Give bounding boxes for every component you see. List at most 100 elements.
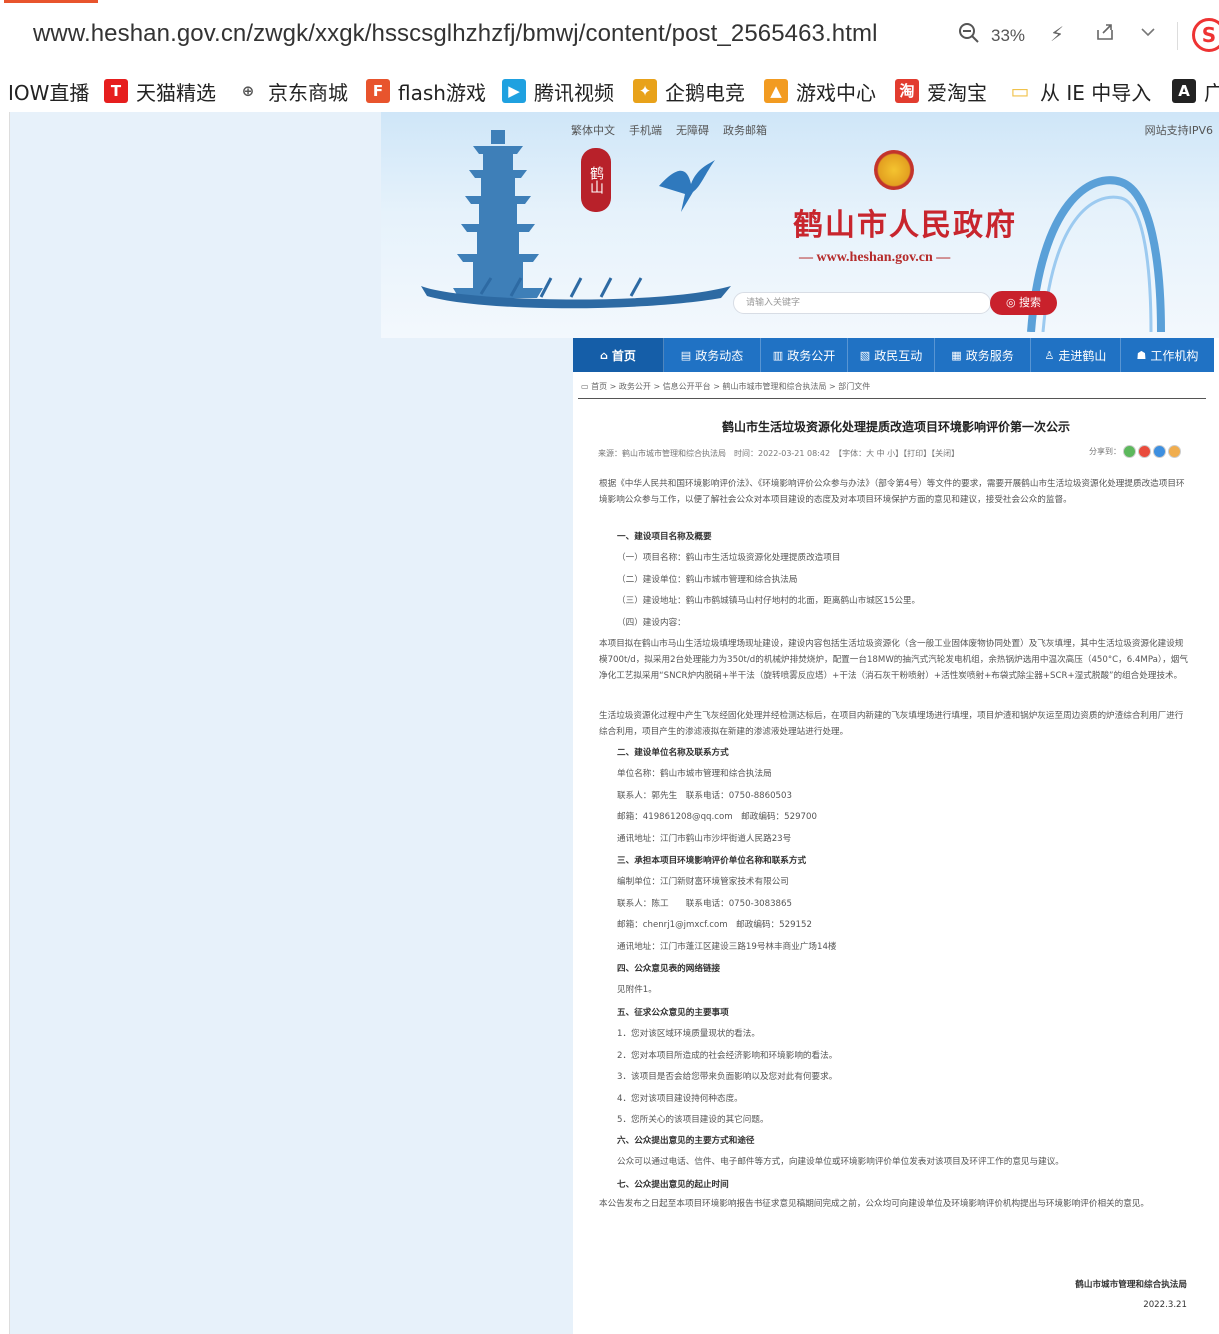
computer-icon: ▭ <box>581 382 589 391</box>
list-item: （三）建设地址：鹤山市鹤城镇马山村仔地村的北面，距离鹤山市城区15公里。 <box>617 596 921 606</box>
list-item: 2．您对本项目所造成的社会经济影响和环境影响的看法。 <box>617 1050 838 1061</box>
section-7-body: 本公告发布之日起至本项目环境影响报告书征求意见稿期间完成之前，公众均可向建设单位… <box>599 1199 1150 1209</box>
bookmark-item[interactable]: Fflash游戏 <box>366 76 486 106</box>
bookmark-item[interactable]: IOW直播 <box>8 76 89 106</box>
site-url: — www.heshan.gov.cn — <box>799 250 951 265</box>
bookmark-item[interactable]: ▲ 游戏中心 <box>764 76 876 106</box>
bookmark-favicon-icon: 淘 <box>895 79 919 103</box>
list-item: 公众可以通过电话、信件、电子邮件等方式，向建设单位或环境影响评价单位发表对该项目… <box>617 1157 1064 1167</box>
list-item: 4．您对该项目建设持何种态度。 <box>617 1093 743 1104</box>
section-1-heading: 一、建设项目名称及概要 <box>617 532 712 542</box>
breadcrumb[interactable]: ▭ 首页 > 政务公开 > 信息公开平台 > 鹤山市城市管理和综合执法局 > 部… <box>581 381 870 392</box>
article-container: ▭ 首页 > 政务公开 > 信息公开平台 > 鹤山市城市管理和综合执法局 > 部… <box>573 372 1219 1334</box>
nav-item[interactable]: ♙ 走进鹤山 <box>1031 338 1121 372</box>
url-field[interactable]: www.heshan.gov.cn/zwgk/xxgk/hsscsglhzhzf… <box>33 20 878 48</box>
bookmark-item[interactable]: A广 <box>1172 76 1219 106</box>
bookmark-item[interactable]: ⊕ 京东商城 <box>236 76 348 106</box>
address-bar: www.heshan.gov.cn/zwgk/xxgk/hsscsglhzhzf… <box>0 0 1219 70</box>
bookmark-favicon-icon: ✦ <box>633 79 657 103</box>
share-label: 分享到： <box>1089 447 1121 456</box>
nav-item-label: 首页 <box>611 348 636 363</box>
nav-item-label: 政务公开 <box>787 348 836 363</box>
flash-icon[interactable]: ⚡ <box>1050 22 1064 46</box>
banner-top-link[interactable]: 政务邮箱 <box>723 124 767 137</box>
list-item: 通讯地址：江门市鹤山市沙坪街道人民路23号 <box>617 833 792 844</box>
section-3-heading: 三、承担本项目环境影响评价单位名称和联系方式 <box>617 856 807 866</box>
share-platform-icon[interactable] <box>1138 445 1151 458</box>
share-platform-icon[interactable] <box>1153 445 1166 458</box>
nav-item-label: 工作机构 <box>1150 348 1199 363</box>
nav-item-label: 政民互动 <box>874 348 923 363</box>
bookmark-label: flash游戏 <box>398 80 486 105</box>
nav-item[interactable]: ▦ 政务服务 <box>935 338 1031 372</box>
nav-item-icon: ▦ <box>951 348 962 362</box>
nav-item[interactable]: ▤ 政务动态 <box>664 338 761 372</box>
nav-item[interactable]: ☗ 工作机构 <box>1121 338 1214 372</box>
bookmark-favicon-icon: ▲ <box>764 79 788 103</box>
bookmark-label: 天猫精选 <box>136 80 216 105</box>
bookmark-item[interactable]: 淘爱淘宝 <box>895 76 987 106</box>
bookmarks-bar: IOW直播 T 天猫精选 ⊕ 京东商城 Fflash游戏 ▶ 腾讯视频 ✦ 企鹅电竞 ▲ 游戏中心淘爱… <box>0 70 1219 112</box>
list-item: 邮箱：chenrj1@jmxcf.com 邮政编码：529152 <box>617 920 812 930</box>
bookmark-label: IOW直播 <box>8 80 90 105</box>
zoom-level[interactable]: 33% <box>991 26 1025 46</box>
share-platform-icon[interactable] <box>1123 445 1136 458</box>
list-item: 5．您所关心的该项目建设的其它问题。 <box>617 1115 769 1125</box>
bookmark-item[interactable]: ▭ 从 IE 中导入 <box>1008 76 1152 106</box>
section-2-heading: 二、建设单位名称及联系方式 <box>617 748 729 758</box>
bookmark-label: 广 <box>1204 80 1219 105</box>
bookmark-label: 腾讯视频 <box>534 80 614 105</box>
list-item: 联系人：陈工 联系电话：0750-3083865 <box>617 898 792 909</box>
banner-top-link[interactable]: 繁体中文 <box>571 124 615 137</box>
nav-item-icon: ☗ <box>1136 348 1147 362</box>
section-4-heading: 四、公众意见表的网络链接 <box>617 964 721 974</box>
bookmark-item[interactable]: ✦ 企鹅电竞 <box>633 76 745 106</box>
bookmark-favicon-icon: ▭ <box>1010 79 1030 103</box>
bookmark-label: 企鹅电竞 <box>665 80 745 105</box>
nav-item-icon: ▥ <box>772 348 784 362</box>
nav-item-label: 政务动态 <box>695 348 744 363</box>
heshan-seal: 鹤山 <box>581 148 611 212</box>
breadcrumb-divider <box>578 398 1206 399</box>
list-item: 通讯地址：江门市蓬江区建设三路19号林丰商业广场14楼 <box>617 941 837 952</box>
extension-icon[interactable]: S <box>1192 18 1219 52</box>
chevron-down-icon[interactable] <box>1139 22 1157 46</box>
share-icon[interactable] <box>1095 22 1115 47</box>
bookmark-item[interactable]: ▶ 腾讯视频 <box>502 76 614 106</box>
banner-top-link[interactable]: 无障碍 <box>676 124 709 137</box>
zoom-out-icon[interactable] <box>958 22 980 49</box>
search-button[interactable]: ◎ 搜索 <box>990 291 1057 315</box>
nav-item-icon: ♙ <box>1044 348 1055 362</box>
main-nav: ⌂ 首页 ▤ 政务动态 ▥ 政务公开 ▧ 政民互动 ▦ 政务服务 ♙ 走进鹤山 ☗ 工作机构 <box>573 338 1214 372</box>
signature-organization: 鹤山市城市管理和综合执法局 <box>1075 1280 1187 1290</box>
toolbar-divider <box>1177 22 1178 50</box>
list-item: 编制单位：江门新财富环境管家技术有限公司 <box>617 877 789 887</box>
section-1-body-1: 本项目拟在鹤山市马山生活垃圾填埋场现址建设，建设内容包括生活垃圾资源化（含一般工… <box>599 639 1188 681</box>
breadcrumb-text[interactable]: 首页 > 政务公开 > 信息公开平台 > 鹤山市城市管理和综合执法局 > 部门文… <box>591 382 870 391</box>
share-row: 分享到： <box>1089 445 1181 458</box>
national-emblem-icon <box>874 150 914 190</box>
nav-item[interactable]: ▧ 政民互动 <box>848 338 935 372</box>
list-item: （四）建设内容： <box>617 617 686 628</box>
nav-item[interactable]: ▥ 政务公开 <box>761 338 848 372</box>
signature-date: 2022.3.21 <box>1143 1300 1187 1310</box>
bookmark-favicon-icon: T <box>104 79 128 103</box>
banner-top-link[interactable]: 手机端 <box>629 124 662 137</box>
section-7-heading: 七、公众提出意见的起止时间 <box>617 1180 729 1190</box>
bookmark-label: 游戏中心 <box>796 80 876 105</box>
crane-illustration <box>657 156 717 226</box>
ipv6-notice: 网站支持IPV6 <box>1144 124 1213 137</box>
list-item: 单位名称：鹤山市城市管理和综合执法局 <box>617 769 772 779</box>
nav-item-label: 走进鹤山 <box>1058 348 1107 363</box>
search-input[interactable]: 请输入关键字 <box>733 292 991 314</box>
site-title[interactable]: 鹤山市人民政府 <box>793 200 1017 244</box>
article-meta: 来源：鹤山市城市管理和综合执法局 时间：2022-03-21 08:42 【字体… <box>598 449 960 458</box>
section-5-heading: 五、征求公众意见的主要事项 <box>617 1008 729 1018</box>
bookmark-favicon-icon: ⊕ <box>241 82 255 100</box>
nav-item-icon: ⌂ <box>600 348 608 362</box>
bookmark-favicon-icon: A <box>1172 79 1196 103</box>
list-item: （二）建设单位：鹤山市城市管理和综合执法局 <box>617 574 798 585</box>
bookmark-item[interactable]: T 天猫精选 <box>104 76 216 106</box>
share-platform-icon[interactable] <box>1168 445 1181 458</box>
nav-item[interactable]: ⌂ 首页 <box>573 338 664 372</box>
